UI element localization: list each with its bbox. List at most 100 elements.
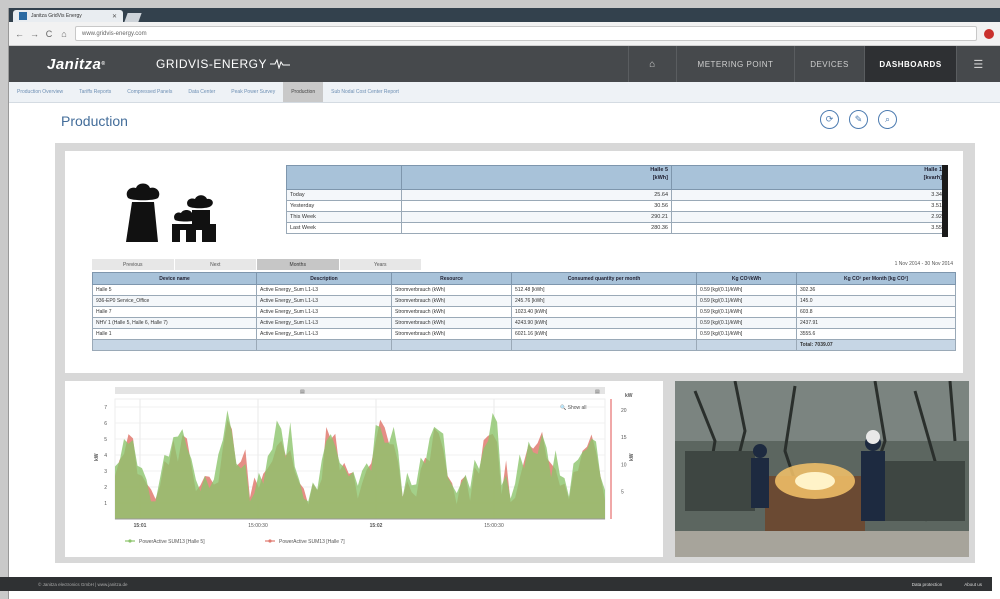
row-value: 2.92: [671, 211, 946, 223]
favicon-icon: [19, 12, 27, 20]
row-value: 25.64: [401, 189, 672, 201]
period-tab-years[interactable]: Years: [339, 259, 422, 270]
show-all-button[interactable]: 🔍 Show all: [560, 404, 587, 411]
table-row[interactable]: 936-EP0 Service_Office Active Energy_Sum …: [92, 295, 956, 307]
table-row[interactable]: Halle 7 Active Energy_Sum L1-L3 Stromverbr…: [92, 306, 956, 318]
refresh-icon[interactable]: ⟳: [820, 110, 839, 129]
table-row[interactable]: NHV 1 (Halle 5, Halle 6, Halle 7) Active …: [92, 317, 956, 329]
table-cell: 145.0: [796, 295, 956, 307]
table-row: Today 25.64 3.34: [286, 189, 946, 201]
navigator-handle-icon: ▤: [300, 389, 305, 395]
table-cell: 302.36: [796, 284, 956, 296]
table-row[interactable]: Halle 5 Active Energy_Sum L1-L3 Stromverbr…: [92, 284, 956, 296]
table-cell: 0.59 [kg/(0.1)/kWh]: [696, 306, 797, 318]
col-header[interactable]: Description: [256, 272, 392, 285]
y-right-axis-label: kW: [629, 453, 635, 461]
brand-logo[interactable]: Janitza ®: [9, 46, 124, 82]
device-table: Device name Description Resource Consume…: [92, 272, 956, 351]
col-header[interactable]: Kg CO²/kWh: [696, 272, 797, 285]
period-tab-previous[interactable]: Previous: [92, 259, 175, 270]
table-scrollbar[interactable]: [942, 165, 948, 237]
y-tick-label: 3: [104, 469, 107, 475]
row-label: This Week: [286, 211, 402, 223]
address-bar: ← → C ⌂ www.gridvis-energy.com: [9, 22, 1000, 46]
url-field[interactable]: www.gridvis-energy.com: [75, 26, 977, 41]
table-cell: 4243.90 [kWh]: [511, 317, 697, 329]
table-cell: 3555.6: [796, 328, 956, 340]
back-icon[interactable]: ←: [15, 29, 24, 39]
reload-icon[interactable]: C: [45, 29, 53, 39]
subnav-item-production[interactable]: Production: [283, 82, 324, 102]
footer-link-privacy[interactable]: Data protection: [912, 582, 943, 587]
nav-home-icon[interactable]: ⌂: [628, 46, 676, 82]
home-icon[interactable]: ⌂: [60, 29, 68, 39]
dashboard-subnav: Production Overview Tariffs Reports Comp…: [9, 82, 1000, 103]
x-tick-label: 15:00:30: [248, 523, 268, 529]
row-value: 3.55: [671, 222, 946, 234]
subnav-item[interactable]: Sub Nodal Cost Center Report: [323, 82, 407, 102]
legend-label[interactable]: PowerActive SUM13 [Halle 7]: [279, 539, 345, 545]
table-row[interactable]: Halle 1 Active Energy_Sum L1-L3 Stromverbr…: [92, 328, 956, 340]
table-cell: Stromverbrauch (kWh): [391, 328, 512, 340]
y-tick-label: 5: [104, 437, 107, 443]
page-actions: ⟳ ✎ ⌕: [820, 110, 897, 129]
total-row: Total: 7039.07: [92, 339, 956, 351]
period-tab-next[interactable]: Next: [174, 259, 257, 270]
subnav-item[interactable]: Peak Power Survey: [223, 82, 283, 102]
summary-header-halle1: Halle 1 [kvarh]: [671, 165, 946, 190]
table-cell: [511, 339, 697, 351]
row-value: 280.36: [401, 222, 672, 234]
new-tab-button[interactable]: [124, 13, 142, 22]
y-tick-label: 4: [104, 453, 107, 459]
nav-metering-point[interactable]: METERING POINT: [676, 46, 794, 82]
table-cell: Active Energy_Sum L1-L3: [256, 284, 392, 296]
nav-dashboards[interactable]: DASHBOARDS: [864, 46, 956, 82]
table-cell: 936-EP0 Service_Office: [92, 295, 257, 307]
legend-label[interactable]: PowerActive SUM13 [Halle 5]: [139, 539, 205, 545]
table-cell: 0.59 [kg/(0.1)/kWh]: [696, 328, 797, 340]
summary-table: Halle 5 [kWh] Halle 1 [kvarh] Today 25.6…: [286, 165, 946, 234]
table-cell: 6021.16 [kWh]: [511, 328, 697, 340]
product-label: GRIDVIS-ENERGY: [156, 57, 268, 71]
table-cell: 512.48 [kWh]: [511, 284, 697, 296]
header-nav: ⌂ METERING POINT DEVICES DASHBOARDS ☰: [628, 46, 1000, 82]
col-header[interactable]: Kg CO² per Month [kg CO²]: [796, 272, 956, 285]
y-right-tick-label: 5: [621, 490, 624, 496]
footer-link-about[interactable]: About us: [964, 582, 982, 587]
y-tick-label: 1: [104, 501, 107, 507]
col-header[interactable]: Consumed quantity per month: [511, 272, 697, 285]
extension-icon[interactable]: [984, 28, 994, 39]
y-tick-label: 7: [104, 405, 107, 411]
col-header[interactable]: Device name: [92, 272, 257, 285]
table-row: Last Week 280.36 3.55: [286, 222, 946, 234]
pulse-icon: [270, 59, 291, 69]
forward-icon[interactable]: →: [30, 29, 39, 39]
browser-tabstrip: Janitza GridVis Energy ✕: [9, 8, 1000, 22]
legend-marker: [128, 539, 132, 543]
production-summary-card: Halle 5 [kWh] Halle 1 [kvarh] Today 25.6…: [65, 151, 963, 373]
edit-icon[interactable]: ✎: [849, 110, 868, 129]
row-label: Last Week: [286, 222, 402, 234]
subnav-item[interactable]: Tariffs Reports: [71, 82, 119, 102]
nav-devices[interactable]: DEVICES: [794, 46, 864, 82]
table-cell: Halle 1: [92, 328, 257, 340]
subnav-item[interactable]: Production Overview: [9, 82, 71, 102]
table-cell: Stromverbrauch (kWh): [391, 284, 512, 296]
table-row: Yesterday 30.56 3.51: [286, 200, 946, 212]
col-header[interactable]: Resource: [391, 272, 512, 285]
menu-icon[interactable]: ☰: [956, 46, 1000, 82]
subnav-item[interactable]: Compressed Panels: [119, 82, 180, 102]
search-icon[interactable]: ⌕: [878, 110, 897, 129]
close-tab-icon[interactable]: ✕: [112, 13, 117, 20]
row-value: 3.51: [671, 200, 946, 212]
subnav-item[interactable]: Data Center: [180, 82, 223, 102]
browser-tab[interactable]: Janitza GridVis Energy ✕: [13, 10, 123, 22]
table-cell: [256, 339, 392, 351]
y-right-tick-label: 10: [621, 462, 627, 468]
table-cell: Active Energy_Sum L1-L3: [256, 317, 392, 329]
period-tab-months[interactable]: Months: [257, 259, 340, 270]
table-cell: Active Energy_Sum L1-L3: [256, 328, 392, 340]
app-footer: © Janitza electronics GmbH | www.janitza…: [0, 577, 992, 591]
legend-marker: [268, 539, 272, 543]
y-tick-label: 6: [104, 421, 107, 427]
